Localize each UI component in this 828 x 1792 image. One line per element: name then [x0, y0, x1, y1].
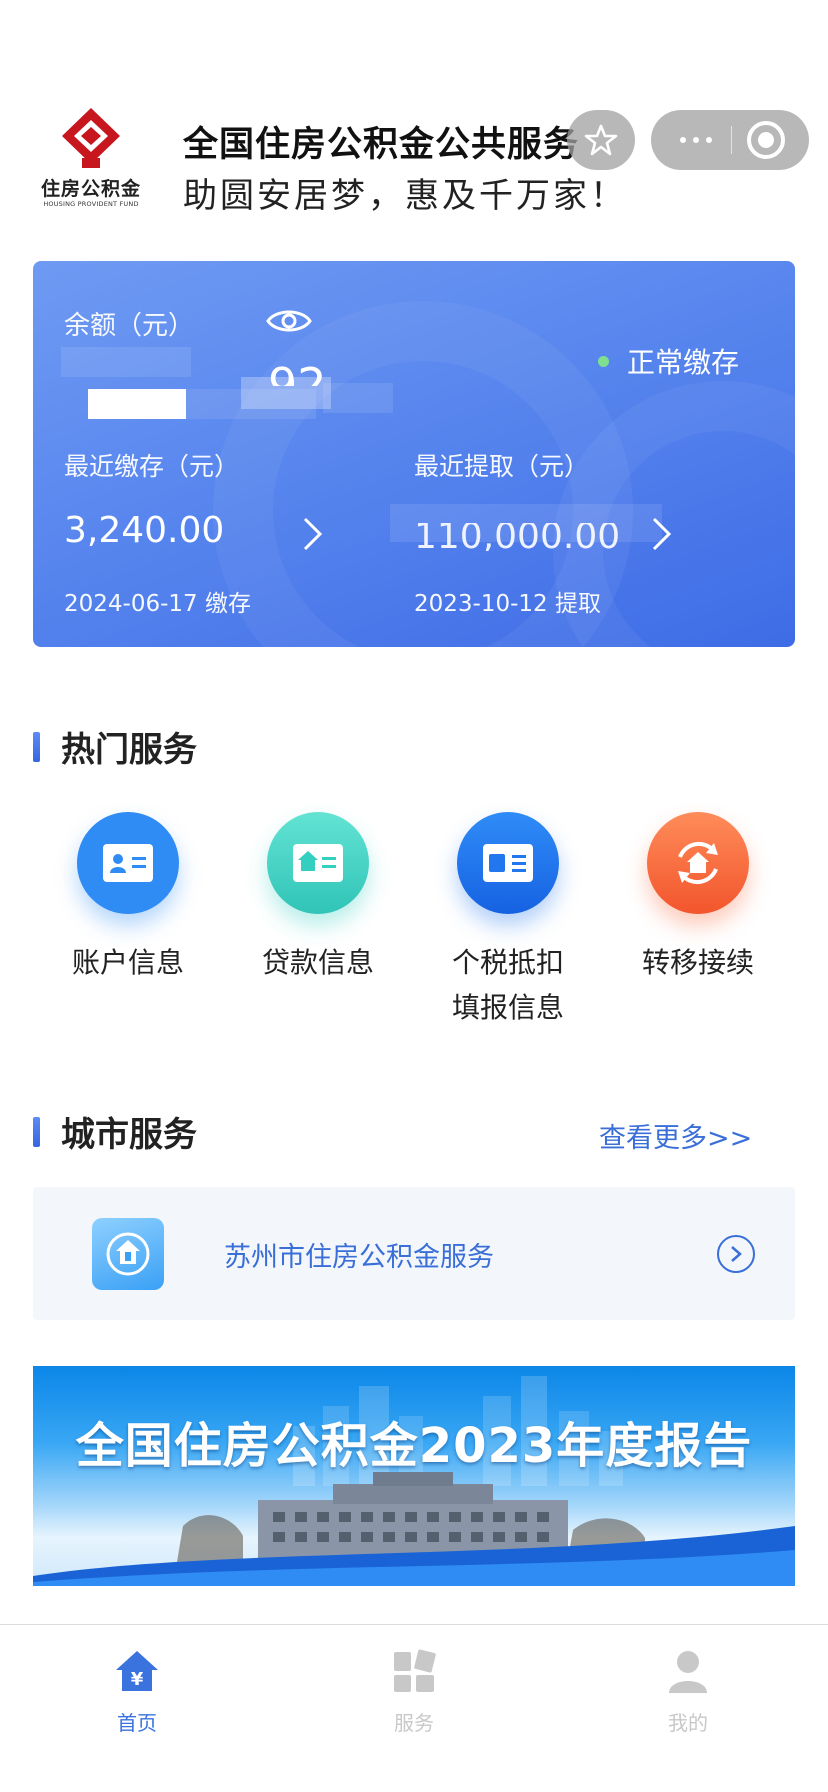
tab-home[interactable]: ¥ 首页: [47, 1635, 227, 1736]
tab-label: 服务: [394, 1711, 434, 1735]
logo: 住房公积金 HOUSING PROVIDENT FUND: [30, 108, 152, 208]
city-home-icon: [92, 1218, 164, 1290]
privacy-mask: [88, 389, 186, 419]
service-tax-deduction[interactable]: 个税抵扣 填报信息: [413, 812, 603, 1030]
service-account-info[interactable]: 账户信息: [33, 812, 223, 985]
balance-label: 余额（元）: [64, 311, 195, 341]
privacy-mask: [61, 347, 191, 377]
annual-report-banner[interactable]: 全国住房公积金2023年度报告: [33, 1366, 795, 1586]
more-dots-icon[interactable]: [673, 110, 719, 170]
chevron-right-icon[interactable]: [644, 513, 678, 555]
tab-label: 首页: [117, 1711, 157, 1735]
building-illustration: [33, 1472, 795, 1586]
account-card-icon: [77, 812, 179, 914]
service-label: 账户信息: [71, 946, 184, 979]
city-service-label: 苏州市住房公积金服务: [224, 1242, 494, 1273]
city-service-item[interactable]: 苏州市住房公积金服务: [33, 1187, 795, 1320]
star-icon: [584, 124, 618, 156]
city-services-header: 城市服务: [33, 1107, 197, 1156]
status-text: 正常缴存: [627, 346, 740, 379]
tab-mine[interactable]: 我的: [598, 1635, 778, 1736]
privacy-mask: [390, 504, 662, 542]
target-close-icon[interactable]: [747, 121, 785, 159]
miniprogram-capsule: [651, 110, 809, 170]
status-dot-icon: [598, 355, 609, 367]
service-loan-info[interactable]: 贷款信息: [223, 812, 413, 985]
section-bar: [33, 1116, 40, 1147]
service-label: 转移接续: [641, 946, 754, 979]
chevron-right-circle-icon[interactable]: [717, 1235, 755, 1273]
home-yuan-icon: ¥: [116, 1651, 158, 1691]
recent-withdraw-date: 2023-10-12 提取: [414, 591, 601, 617]
logo-en-text: HOUSING PROVIDENT FUND: [43, 200, 139, 208]
recent-deposit-value[interactable]: 3,240.00: [64, 510, 224, 551]
section-bar: [33, 731, 40, 762]
recent-deposit-label: 最近缴存（元）: [64, 452, 240, 481]
page-title: 全国住房公积金公共服务: [183, 125, 580, 165]
view-more-link[interactable]: 查看更多>>: [599, 1116, 752, 1155]
status-badge: 正常缴存: [598, 341, 739, 381]
recent-deposit-date: 2024-06-17 缴存: [64, 591, 251, 617]
logo-mark-icon: [62, 108, 120, 168]
tab-services[interactable]: 服务: [324, 1635, 504, 1736]
section-title: 热门服务: [61, 730, 197, 770]
person-icon: [669, 1651, 707, 1693]
service-transfer[interactable]: 转移接续: [603, 812, 793, 985]
service-label: 贷款信息: [261, 946, 374, 979]
privacy-mask: [241, 377, 331, 409]
tax-card-icon: [457, 812, 559, 914]
bottom-tab-bar: ¥ 首页 服务 我的: [0, 1624, 828, 1792]
loan-card-icon: [267, 812, 369, 914]
recent-withdraw-label: 最近提取（元）: [414, 452, 590, 481]
hot-services-header: 热门服务: [33, 722, 197, 771]
transfer-home-icon: [647, 812, 749, 914]
services-grid-icon: [394, 1649, 436, 1692]
privacy-mask: [323, 383, 393, 413]
chevron-right-icon[interactable]: [295, 513, 329, 555]
service-label: 个税抵扣 填报信息: [451, 946, 564, 1024]
tab-label: 我的: [668, 1711, 708, 1735]
favorite-button[interactable]: [567, 110, 635, 170]
slogan: 助圆安居梦，惠及千万家！: [183, 176, 627, 216]
eye-icon[interactable]: [266, 306, 312, 336]
balance-card: 余额（元） 92 正常缴存 最近缴存（元） 3,240.00 2024-06-1…: [33, 261, 795, 647]
svg-text:¥: ¥: [131, 1669, 144, 1690]
logo-cn-text: 住房公积金: [40, 178, 141, 200]
section-title: 城市服务: [61, 1115, 197, 1155]
app-header: 住房公积金 HOUSING PROVIDENT FUND 全国住房公积金公共服务…: [0, 0, 828, 240]
capsule-divider: [731, 126, 732, 154]
